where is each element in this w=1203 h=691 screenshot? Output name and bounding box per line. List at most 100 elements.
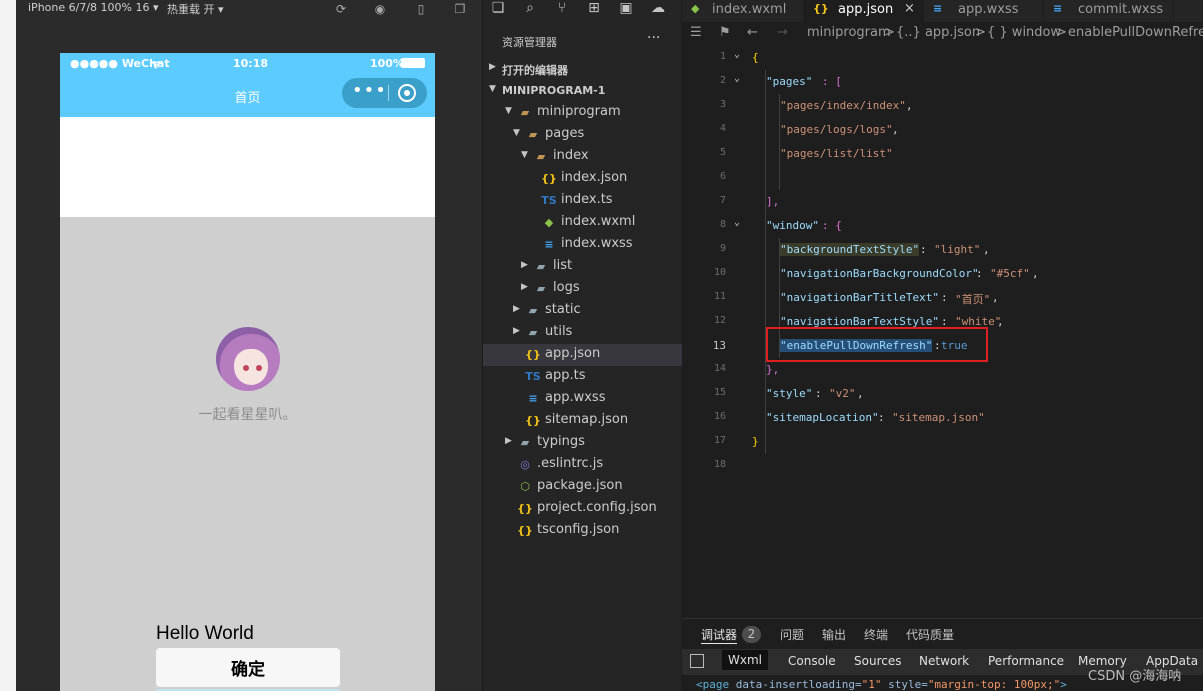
tree-item[interactable]: ≡ app.wxss	[483, 388, 682, 410]
json-icon: {}	[525, 348, 541, 361]
tree-item-label: list	[553, 258, 573, 273]
tree-item[interactable]: ▶ ▰ utils	[483, 322, 682, 344]
folder-icon: ▰	[536, 260, 546, 273]
tree-item-label: index.json	[561, 170, 628, 185]
bookmark-icon[interactable]: ⚑	[719, 25, 731, 40]
extensions-icon[interactable]: ⊞	[585, 0, 603, 18]
tree-item[interactable]: {} sitemap.json	[483, 410, 682, 432]
fold-chevron-icon[interactable]: ⌄	[734, 217, 740, 228]
more-dots-icon[interactable]: •••	[352, 81, 386, 103]
tree-item-label: .eslintrc.js	[537, 456, 604, 471]
more-actions-icon[interactable]: ···	[647, 30, 660, 46]
docker-icon[interactable]: ☁	[649, 0, 667, 18]
back-arrow-icon[interactable]: ←	[747, 25, 758, 40]
tree-item-label: project.config.json	[537, 500, 657, 515]
tab-app-json[interactable]: {} app.json ×	[804, 0, 924, 22]
confirm-button[interactable]: 确定	[156, 648, 340, 687]
avatar[interactable]	[216, 327, 280, 391]
device-selector[interactable]: iPhone 6/7/8 100% 16 ▾	[28, 1, 159, 14]
tree-item[interactable]: TS app.ts	[483, 366, 682, 388]
tree-item[interactable]: ≡ index.wxss	[483, 234, 682, 256]
files-icon[interactable]: ❏	[489, 0, 507, 18]
tab-terminal[interactable]: 终端	[864, 626, 888, 643]
tree-item[interactable]: {} index.json	[483, 168, 682, 190]
tab-output[interactable]: 输出	[822, 626, 846, 643]
code-line: 16 "sitemapLocation" : "sitemap.json"	[713, 411, 985, 424]
code-line: 6	[719, 171, 726, 182]
highlight-annotation-box	[766, 327, 988, 362]
tree-item[interactable]: ▶ ▰ typings	[483, 432, 682, 454]
tree-item[interactable]: ⬡ package.json	[483, 476, 682, 498]
tab-problems[interactable]: 问题	[780, 626, 804, 643]
breadcrumb-item[interactable]: { } window	[987, 25, 1061, 40]
fold-chevron-icon[interactable]: ⌄	[734, 49, 740, 60]
battery-icon	[401, 58, 425, 68]
tab-code-quality[interactable]: 代码质量	[906, 626, 954, 643]
chevron-right-icon: ▶	[513, 304, 520, 314]
code-area[interactable]: 1 ⌄ { 2 ⌄ "pages" : [ 3 "pages/index/ind…	[682, 46, 1203, 486]
tab-sources[interactable]: Sources	[854, 654, 901, 668]
tree-item[interactable]: ▼ ▰ pages	[483, 124, 682, 146]
code-line: 10 "navigationBarBackgroundColor" : "#5c…	[713, 267, 1039, 280]
breadcrumb: ☰ ⚑ ← → miniprogram > {..} app.json > { …	[682, 22, 1203, 46]
breadcrumb-separator: >	[884, 25, 895, 40]
tree-item-label: sitemap.json	[545, 412, 629, 427]
folder-open-icon: ▰	[520, 106, 530, 119]
tab-app-wxss[interactable]: ≡ app.wxss	[924, 0, 1044, 22]
folder-icon: ▰	[536, 282, 546, 295]
tree-item-label: utils	[545, 324, 573, 339]
project-section[interactable]: ▼ MINIPROGRAM-1	[483, 80, 682, 102]
wxml-dom-line[interactable]: <page data-insertloading="1" style="marg…	[696, 678, 1067, 691]
close-target-icon[interactable]	[398, 84, 416, 102]
tree-item[interactable]: {} app.json	[483, 344, 682, 366]
tree-item[interactable]: ▼ ▰ index	[483, 146, 682, 168]
tab-console[interactable]: Console	[788, 654, 836, 668]
phone-icon[interactable]: ▯	[413, 1, 429, 17]
tree-item[interactable]: {} project.config.json	[483, 498, 682, 520]
tab-debugger[interactable]: 调试器	[701, 626, 738, 644]
folder-icon: ▰	[528, 304, 538, 317]
tab-wxml[interactable]: Wxml	[722, 650, 768, 670]
tree-item[interactable]: ◆ index.wxml	[483, 212, 682, 234]
save-icon[interactable]: ▣	[617, 0, 635, 18]
capsule-divider	[388, 85, 389, 101]
hot-reload-toggle[interactable]: 热重载 开 ▾	[167, 1, 224, 17]
tree-item-label: index.wxml	[561, 214, 636, 229]
tree-item[interactable]: ◎ .eslintrc.js	[483, 454, 682, 476]
breadcrumb-item[interactable]: miniprogram	[807, 25, 891, 40]
tree-item-label: app.wxss	[545, 390, 606, 405]
tab-performance[interactable]: Performance	[988, 654, 1064, 668]
css-icon: ≡	[1053, 2, 1063, 15]
refresh-icon[interactable]: ⟳	[333, 1, 349, 17]
tree-item-label: app.ts	[545, 368, 586, 383]
list-icon[interactable]: ☰	[690, 25, 702, 40]
inspect-element-icon[interactable]	[690, 654, 704, 668]
tab-commit-wxss[interactable]: ≡ commit.wxss	[1044, 0, 1174, 22]
search-icon[interactable]: ⌕	[521, 0, 539, 18]
breadcrumb-item[interactable]: enablePullDownRefresh	[1068, 25, 1203, 40]
window-icon[interactable]: ❐	[452, 1, 468, 17]
npm-icon: ⬡	[520, 480, 530, 493]
tab-index-wxml[interactable]: ◆ index.wxml	[682, 0, 804, 22]
json-icon: {}	[517, 502, 533, 515]
tree-item-label: miniprogram	[537, 104, 621, 119]
tree-item[interactable]: ▶ ▰ logs	[483, 278, 682, 300]
stop-icon[interactable]: ◉	[372, 1, 388, 17]
source-control-icon[interactable]: ⑂	[553, 0, 571, 18]
battery-percent: 100%	[370, 57, 404, 70]
css-icon: ≡	[933, 2, 943, 15]
tree-item-label: package.json	[537, 478, 623, 493]
simulator-toolbar: iPhone 6/7/8 100% 16 ▾ 热重载 开 ▾ ⟳ ◉ ▯ ❐	[16, 0, 482, 18]
tab-network[interactable]: Network	[919, 654, 969, 668]
tree-item[interactable]: ▶ ▰ static	[483, 300, 682, 322]
open-editors-section[interactable]: ▶ 打开的编辑器	[483, 58, 682, 80]
fold-chevron-icon[interactable]: ⌄	[734, 73, 740, 84]
tree-item[interactable]: TS index.ts	[483, 190, 682, 212]
tree-item[interactable]: {} tsconfig.json	[483, 520, 682, 542]
tree-item[interactable]: ▼ ▰ miniprogram	[483, 102, 682, 124]
json-icon: {}	[813, 2, 829, 15]
breadcrumb-item[interactable]: {..} app.json	[896, 25, 980, 40]
close-icon[interactable]: ×	[904, 1, 915, 16]
json-icon: {}	[525, 414, 541, 427]
tree-item[interactable]: ▶ ▰ list	[483, 256, 682, 278]
